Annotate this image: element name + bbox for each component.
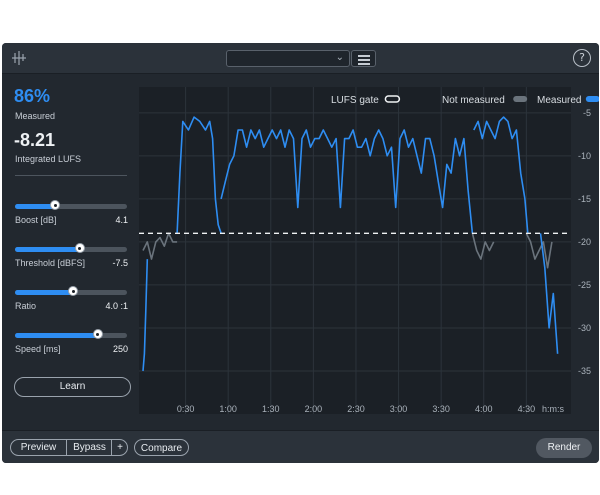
y-tick-label: -15 [578, 194, 591, 204]
legend-swatch [513, 96, 528, 102]
ratio-slider[interactable] [15, 286, 127, 296]
x-tick-label: 4:30 [518, 404, 536, 414]
ratio-value: 4.0 :1 [105, 301, 128, 311]
x-tick-label: 0:30 [177, 404, 195, 414]
x-tick-label: 3:00 [390, 404, 408, 414]
y-tick-label: -5 [583, 108, 591, 118]
measured-percent: 86% [14, 86, 51, 106]
legend-swatch [585, 96, 599, 102]
boost-value: 4.1 [115, 215, 128, 225]
legend-label: Measured [537, 95, 581, 106]
boost-slider[interactable] [15, 200, 127, 210]
plus-button[interactable]: + [112, 439, 128, 456]
bottom-bar: Preview Bypass + Compare Render [2, 430, 599, 463]
y-tick-label: -20 [578, 237, 591, 247]
x-tick-label: 2:00 [305, 404, 323, 414]
boost-label: Boost [dB] [15, 215, 57, 225]
threshold-value: -7.5 [112, 258, 128, 268]
speed-label: Speed [ms] [15, 344, 61, 354]
learn-button[interactable]: Learn [14, 377, 131, 397]
ratio-label: Ratio [15, 301, 37, 311]
y-tick-label: -35 [578, 366, 591, 376]
slider-handle[interactable] [92, 329, 103, 339]
x-tick-label: 1:30 [262, 404, 280, 414]
x-tick-label: 2:30 [347, 404, 365, 414]
speed-slider[interactable] [15, 329, 127, 339]
render-button[interactable]: Render [536, 438, 592, 458]
integrated-lufs-label: Integrated LUFS [15, 154, 82, 164]
izotope-logo-icon [12, 51, 26, 65]
bypass-button[interactable]: Bypass [67, 439, 112, 456]
y-tick-label: -25 [578, 280, 591, 290]
legend-label: Not measured [442, 95, 505, 106]
compare-button[interactable]: Compare [134, 439, 189, 456]
speed-value: 250 [112, 344, 128, 354]
slider-handle[interactable] [74, 243, 85, 253]
legend-label: LUFS gate [331, 95, 379, 106]
x-axis-unit-label: h:m:s [542, 404, 565, 414]
integrated-lufs-value: -8.21 [14, 130, 56, 150]
x-tick-label: 4:00 [475, 404, 493, 414]
threshold-label: Threshold [dBFS] [15, 258, 86, 268]
divider [15, 175, 127, 176]
loudness-graph: -5 -10 -15 -20 -25 -30 -35 0:30 1:00 1:30 2:00 2:30… [139, 87, 599, 414]
measured-label: Measured [15, 111, 56, 121]
x-tick-label: 1:00 [219, 404, 237, 414]
y-tick-label: -30 [578, 323, 591, 333]
slider-handle[interactable] [50, 200, 61, 210]
slider-handle[interactable] [68, 286, 79, 296]
threshold-slider[interactable] [15, 243, 127, 253]
left-panel: 86% Measured -8.21 Integrated LUFS Boost… [2, 74, 138, 430]
y-tick-label: -10 [578, 151, 591, 161]
x-tick-label: 3:30 [432, 404, 450, 414]
preview-button[interactable]: Preview [10, 439, 67, 456]
